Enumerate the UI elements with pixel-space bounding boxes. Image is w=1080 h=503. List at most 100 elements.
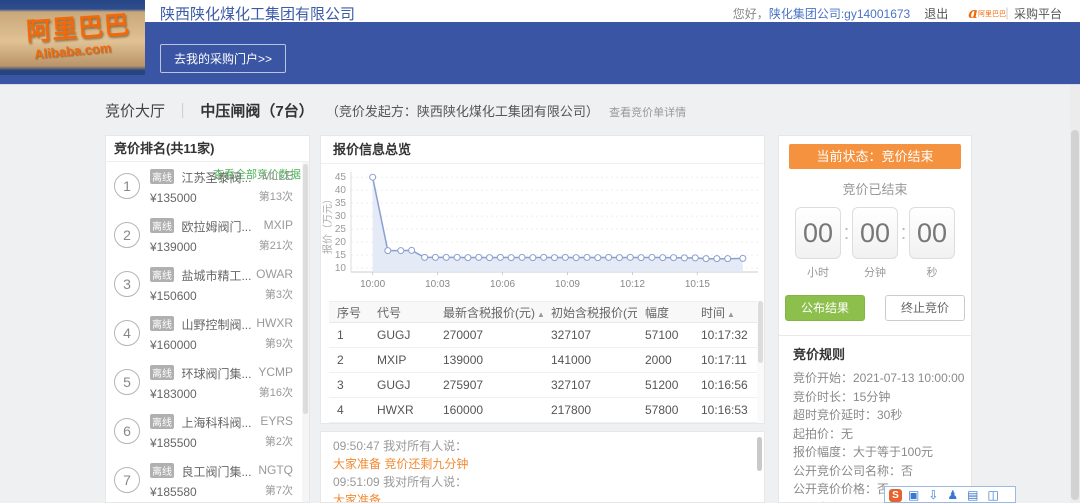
table-cell: 139000 [435, 348, 543, 373]
status-banner[interactable]: 当前状态：竞价结束 [789, 144, 961, 169]
message-time: 09:50:47 [333, 439, 380, 453]
table-cell: HWXR [369, 398, 435, 423]
rank-number: 5 [114, 369, 140, 395]
svg-text:35: 35 [335, 198, 347, 209]
table-cell: 217800 [543, 398, 637, 423]
sort-icon[interactable]: ▲ [727, 310, 735, 319]
column-header-range: 幅度 [637, 302, 693, 323]
svg-text:40: 40 [335, 185, 347, 196]
alibaba-logo[interactable]: 阿里巴巴 Alibaba.com [0, 0, 145, 75]
countdown-seconds: 00 [909, 207, 955, 259]
user-icon[interactable]: ♟ [947, 489, 958, 502]
bidder-code: YCMP [258, 365, 293, 379]
greeting-text: 您好， [733, 7, 769, 21]
messages-scrollbar-thumb[interactable] [757, 437, 762, 471]
ranking-header: 竞价排名(共11家) 查看全部竞价数据 [106, 136, 309, 162]
ranking-list-item[interactable]: 3 离线 盐城市精工... ¥150600 OWAR 第3次 [106, 260, 309, 309]
scan-icon[interactable]: ▣ [908, 489, 919, 502]
table-cell: 2000 [637, 348, 693, 373]
sort-icon[interactable]: ▲ [537, 310, 543, 319]
share-icon[interactable]: ◫ [988, 489, 999, 502]
message-item: 09:50:47 我对所有人说： 大家准备 竞价还剩九分钟 [333, 437, 752, 473]
bid-times: 第3次 [256, 286, 293, 302]
offline-badge: 离线 [150, 267, 174, 282]
view-bid-detail-link[interactable]: 查看竞价单详情 [609, 107, 686, 119]
svg-text:10:03: 10:03 [425, 279, 450, 290]
ranking-list-item[interactable]: 6 离线 上海科科阀... ¥185500 EYRS 第2次 [106, 407, 309, 456]
floating-toolbar: S ▣ ⇩ ♟ ▤ ◫ [884, 486, 1016, 503]
ranking-list-item[interactable]: 4 离线 山野控制阀... ¥160000 HWXR 第9次 [106, 309, 309, 358]
table-row: 1GUGJ2700073271075710010:17:32 [329, 323, 757, 348]
ranking-list-item[interactable]: 1 离线 江苏圣泰阀... ¥135000 MLLE 第13次 [106, 162, 309, 211]
ranking-scrollbar[interactable] [302, 162, 309, 503]
ranking-list-item[interactable]: 5 离线 环球阀门集... ¥183000 YCMP 第16次 [106, 358, 309, 407]
bid-times: 第9次 [256, 335, 293, 351]
bid-price: ¥183000 [150, 387, 251, 401]
svg-text:20: 20 [335, 237, 347, 248]
table-cell: 275907 [435, 373, 543, 398]
screenshot-tool-icon[interactable]: S [889, 489, 902, 502]
page-scrollbar-thumb[interactable] [1071, 130, 1079, 500]
bidder-code: HWXR [256, 316, 293, 330]
bidder-name: 江苏圣泰阀... [181, 171, 251, 185]
bidder-name: 环球阀门集... [181, 367, 251, 381]
svg-text:25: 25 [335, 224, 347, 235]
publish-result-button[interactable]: 公布结果 [785, 295, 865, 321]
rank-number: 7 [114, 467, 140, 493]
bid-times: 第13次 [259, 188, 293, 204]
title-separator: ｜ [175, 103, 190, 120]
bid-times: 第2次 [260, 433, 293, 449]
terminate-bid-button[interactable]: 终止竞价 [885, 295, 965, 321]
grid-icon[interactable]: ▤ [967, 489, 978, 502]
ranking-list-item[interactable]: 7 离线 良工阀门集... ¥185580 NGTQ 第7次 [106, 456, 309, 503]
bidder-name: 良工阀门集... [181, 465, 251, 479]
download-icon[interactable]: ⇩ [928, 489, 938, 502]
rank-number: 4 [114, 320, 140, 346]
message-item: 09:51:09 我对所有人说： 大家准备 [333, 473, 752, 503]
table-cell: GUGJ [369, 323, 435, 348]
minutes-label: 分钟 [852, 264, 898, 280]
svg-text:10:12: 10:12 [620, 279, 645, 290]
bidder-code: MXIP [259, 218, 293, 232]
table-cell: 51200 [637, 373, 693, 398]
column-header-time[interactable]: 时间▲ [693, 302, 757, 323]
rank-number: 3 [114, 271, 140, 297]
account-link[interactable]: 陕化集团公司:gy14001673 [769, 7, 910, 21]
bidder-code: MLLE [259, 169, 293, 183]
rank-number: 1 [114, 173, 140, 199]
bid-price: ¥185500 [150, 436, 251, 450]
bid-price: ¥160000 [150, 338, 251, 352]
svg-text:10:15: 10:15 [685, 279, 710, 290]
rule-line: 公开竞价公司名称：否 [793, 462, 957, 481]
bidder-name: 上海科科阀... [181, 416, 251, 430]
header-bar: 去我的采购门户>> [0, 22, 1080, 85]
bid-rules-list: 竞价开始：2021-07-13 10:00:00 竞价时长：15分钟 超时竞价延… [793, 369, 957, 503]
page-title-hall: 竞价大厅 [105, 103, 165, 120]
bidder-code: OWAR [256, 267, 293, 281]
svg-text:10: 10 [335, 263, 347, 274]
table-cell: 141000 [543, 348, 637, 373]
logout-link[interactable]: 退出 [924, 7, 948, 21]
column-header-latest-price[interactable]: 最新含税报价(元)▲ [435, 302, 543, 323]
rule-line: 起拍价：无 [793, 425, 957, 444]
bid-price: ¥150600 [150, 289, 251, 303]
table-cell: 327107 [543, 373, 637, 398]
countdown: 00 : 00 : 00 [779, 207, 971, 259]
offline-badge: 离线 [150, 463, 174, 478]
seconds-label: 秒 [909, 264, 955, 280]
countdown-colon: : [841, 222, 852, 245]
countdown-hours: 00 [795, 207, 841, 259]
bidder-code: EYRS [260, 414, 293, 428]
table-scrollbar-thumb[interactable] [758, 301, 763, 363]
page-scrollbar[interactable] [1070, 85, 1080, 503]
table-scrollbar[interactable] [757, 301, 764, 424]
messages-scrollbar[interactable] [756, 437, 763, 501]
table-cell: 270007 [435, 323, 543, 348]
ranking-list-item[interactable]: 2 离线 欧拉姆阀门... ¥139000 MXIP 第21次 [106, 211, 309, 260]
ranking-scrollbar-thumb[interactable] [303, 164, 308, 414]
svg-text:10:09: 10:09 [555, 279, 580, 290]
portal-button[interactable]: 去我的采购门户>> [160, 44, 286, 73]
offline-badge: 离线 [150, 316, 174, 331]
table-header-row: 序号代号最新含税报价(元)▲初始含税报价(元)幅度时间▲ [329, 302, 757, 323]
company-title: 陕西陕化煤化工集团有限公司 [160, 3, 355, 24]
